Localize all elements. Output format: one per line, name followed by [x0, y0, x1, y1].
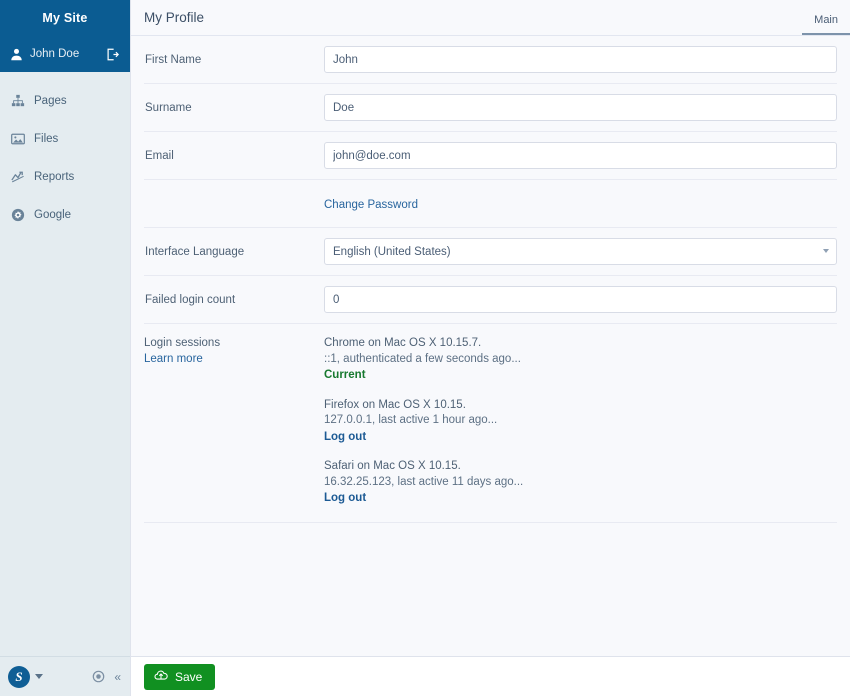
- language-label: Interface Language: [144, 246, 324, 258]
- brand-logo-icon[interactable]: S: [8, 666, 30, 688]
- session-browser: Safari on Mac OS X 10.15.: [324, 459, 837, 474]
- surname-field-wrap: [324, 94, 837, 121]
- field-row-failed-login: Failed login count: [144, 276, 837, 324]
- sidebar-spacer: [0, 234, 130, 656]
- list-item: Chrome on Mac OS X 10.15.7. ::1, authent…: [324, 336, 837, 383]
- tab-main[interactable]: Main: [802, 14, 850, 35]
- sidebar-bottom-bar: S «: [0, 656, 130, 696]
- site-title: My Site: [42, 11, 87, 25]
- login-sessions-row: Login sessions Learn more Chrome on Mac …: [144, 324, 837, 523]
- sidebar-item-label: Files: [34, 133, 58, 145]
- first-name-field-wrap: [324, 46, 837, 73]
- email-input[interactable]: [324, 142, 837, 169]
- failed-login-input[interactable]: [324, 286, 837, 313]
- sidebar: My Site John Doe: [0, 0, 130, 696]
- sitemap-icon: [10, 94, 25, 108]
- gear-badge-icon: [10, 208, 25, 222]
- language-field-wrap: English (United States): [324, 238, 837, 265]
- login-sessions-label-col: Login sessions Learn more: [144, 336, 324, 506]
- language-select-wrap: English (United States): [324, 238, 837, 265]
- sidebar-item-reports[interactable]: Reports: [0, 158, 130, 196]
- logout-icon[interactable]: [106, 48, 119, 61]
- session-meta: 16.32.25.123, last active 11 days ago...: [324, 475, 837, 490]
- surname-label: Surname: [144, 102, 324, 114]
- site-header: My Site: [0, 0, 130, 36]
- field-row-change-password: Change Password: [144, 180, 837, 228]
- change-password-wrap: Change Password: [324, 195, 837, 213]
- user-icon: [10, 48, 23, 61]
- email-field-wrap: [324, 142, 837, 169]
- list-item: Firefox on Mac OS X 10.15. 127.0.0.1, la…: [324, 398, 837, 445]
- profile-form: First Name Surname Email: [131, 36, 850, 656]
- caret-down-icon[interactable]: [35, 674, 43, 679]
- surname-input[interactable]: [324, 94, 837, 121]
- sidebar-item-label: Pages: [34, 95, 67, 107]
- field-row-surname: Surname: [144, 84, 837, 132]
- cloud-upload-icon: [154, 669, 168, 685]
- action-bar: Save: [131, 656, 850, 696]
- sidebar-item-pages[interactable]: Pages: [0, 82, 130, 120]
- status-badge: Current: [324, 368, 366, 383]
- learn-more-link[interactable]: Learn more: [144, 352, 324, 367]
- email-label: Email: [144, 150, 324, 162]
- session-meta: ::1, authenticated a few seconds ago...: [324, 352, 837, 367]
- failed-login-label: Failed login count: [144, 294, 324, 306]
- session-meta: 127.0.0.1, last active 1 hour ago...: [324, 413, 837, 428]
- list-item: Safari on Mac OS X 10.15. 16.32.25.123, …: [324, 459, 837, 506]
- app-root: My Site John Doe: [0, 0, 850, 696]
- sidebar-item-label: Google: [34, 209, 71, 221]
- page-title: My Profile: [144, 10, 204, 25]
- top-bar: My Profile Main: [131, 0, 850, 36]
- session-logout-link[interactable]: Log out: [324, 491, 366, 506]
- save-button[interactable]: Save: [144, 664, 215, 690]
- login-sessions-list: Chrome on Mac OS X 10.15.7. ::1, authent…: [324, 336, 837, 506]
- sidebar-user-row[interactable]: John Doe: [0, 36, 130, 72]
- first-name-input[interactable]: [324, 46, 837, 73]
- field-row-language: Interface Language English (United State…: [144, 228, 837, 276]
- target-icon[interactable]: [92, 670, 105, 683]
- field-row-first-name: First Name: [144, 36, 837, 84]
- first-name-label: First Name: [144, 54, 324, 66]
- session-browser: Firefox on Mac OS X 10.15.: [324, 398, 837, 413]
- login-sessions-label: Login sessions: [144, 337, 220, 349]
- sidebar-nav: Pages Files: [0, 72, 130, 234]
- sidebar-user-name: John Doe: [30, 48, 99, 60]
- sidebar-item-label: Reports: [34, 171, 74, 183]
- main-panel: My Profile Main First Name Surname Email: [130, 0, 850, 696]
- field-row-email: Email: [144, 132, 837, 180]
- chart-line-icon: [10, 170, 25, 184]
- language-select[interactable]: English (United States): [324, 238, 837, 265]
- sidebar-item-google[interactable]: Google: [0, 196, 130, 234]
- sidebar-item-files[interactable]: Files: [0, 120, 130, 158]
- save-button-label: Save: [175, 670, 202, 684]
- session-browser: Chrome on Mac OS X 10.15.7.: [324, 336, 837, 351]
- change-password-link[interactable]: Change Password: [324, 199, 418, 211]
- double-chevron-left-icon[interactable]: «: [114, 671, 121, 683]
- image-icon: [10, 132, 25, 146]
- tab-bar: Main: [802, 0, 850, 35]
- failed-login-field-wrap: [324, 286, 837, 313]
- session-logout-link[interactable]: Log out: [324, 430, 366, 445]
